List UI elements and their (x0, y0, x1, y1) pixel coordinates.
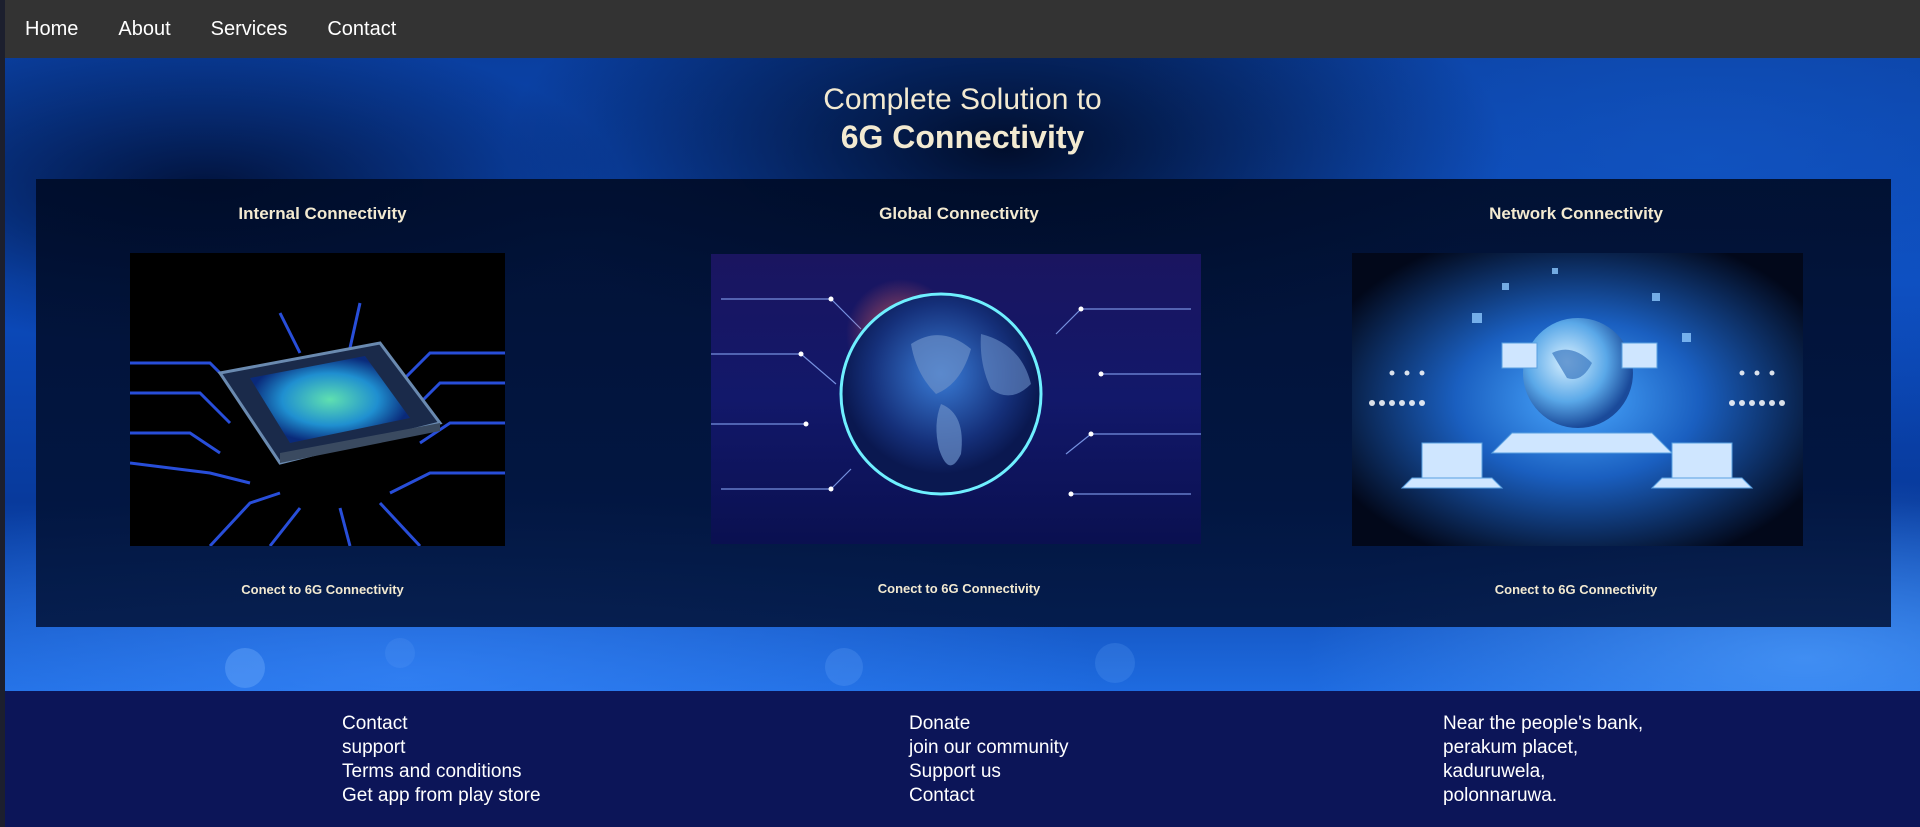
card-connect-link[interactable]: Conect to 6G Connectivity (1266, 582, 1886, 597)
circuit-chip-image (130, 253, 505, 546)
address-line: Near the people's bank, (1443, 713, 1644, 734)
page: Home About Services Contact Complete Sol… (0, 0, 1920, 827)
nav-home-link[interactable]: Home (25, 18, 78, 41)
bokeh-light (1095, 643, 1135, 683)
card-internal-connectivity: Internal Connectivity Conect to 6G Conne… (36, 179, 609, 627)
card-connect-link[interactable]: Conect to 6G Connectivity (609, 581, 1309, 596)
nav-about-link[interactable]: About (118, 18, 170, 41)
card-network-connectivity: Network Connectivity Conect to 6G Connec… (1266, 179, 1920, 627)
card-title: Internal Connectivity (238, 204, 407, 223)
footer-col-community: Donate join our community Support us Con… (909, 712, 1068, 808)
network-globe-laptops-image (1352, 253, 1803, 546)
address-line: polonnaruwa. (1443, 785, 1558, 806)
hero-title: 6G Connectivity (840, 119, 1085, 155)
card-title: Network Connectivity (1489, 204, 1663, 223)
top-navbar: Home About Services Contact (5, 0, 1920, 58)
card-connect-link[interactable]: Conect to 6G Connectivity (36, 582, 609, 597)
footer-col-links: Contact support Terms and conditions Get… (342, 712, 541, 808)
bokeh-light (385, 638, 415, 668)
footer-contact-link[interactable]: Contact (342, 712, 541, 736)
bokeh-light (825, 648, 863, 686)
footer-donate-link[interactable]: Donate (909, 712, 1068, 736)
hero-subtitle: Complete Solution to (823, 83, 1102, 116)
glowing-globe-image (711, 254, 1201, 544)
hero-heading: Complete Solution to 6G Connectivity (5, 82, 1920, 156)
footer-community-link[interactable]: join our community (909, 736, 1068, 760)
footer-contact-link-2[interactable]: Contact (909, 784, 1068, 808)
footer-support-link[interactable]: support (342, 736, 541, 760)
page-footer: Contact support Terms and conditions Get… (5, 691, 1920, 827)
footer-play-store-link[interactable]: Get app from play store (342, 784, 541, 808)
footer-address: Near the people's bank, perakum placet, … (1443, 712, 1643, 808)
bokeh-light (225, 648, 265, 688)
footer-terms-link[interactable]: Terms and conditions (342, 760, 541, 784)
nav-contact-link[interactable]: Contact (327, 18, 396, 41)
card-title: Global Connectivity (879, 204, 1039, 223)
footer-support-us-link[interactable]: Support us (909, 760, 1068, 784)
address-line: kaduruwela, (1443, 761, 1546, 782)
hero-section: Complete Solution to 6G Connectivity Int… (5, 58, 1920, 691)
nav-services-link[interactable]: Services (211, 18, 288, 41)
services-panel: Internal Connectivity Conect to 6G Conne… (36, 179, 1891, 627)
card-global-connectivity: Global Connectivity Conect to 6G Connect… (609, 179, 1309, 627)
address-line: perakum placet, (1443, 737, 1579, 758)
